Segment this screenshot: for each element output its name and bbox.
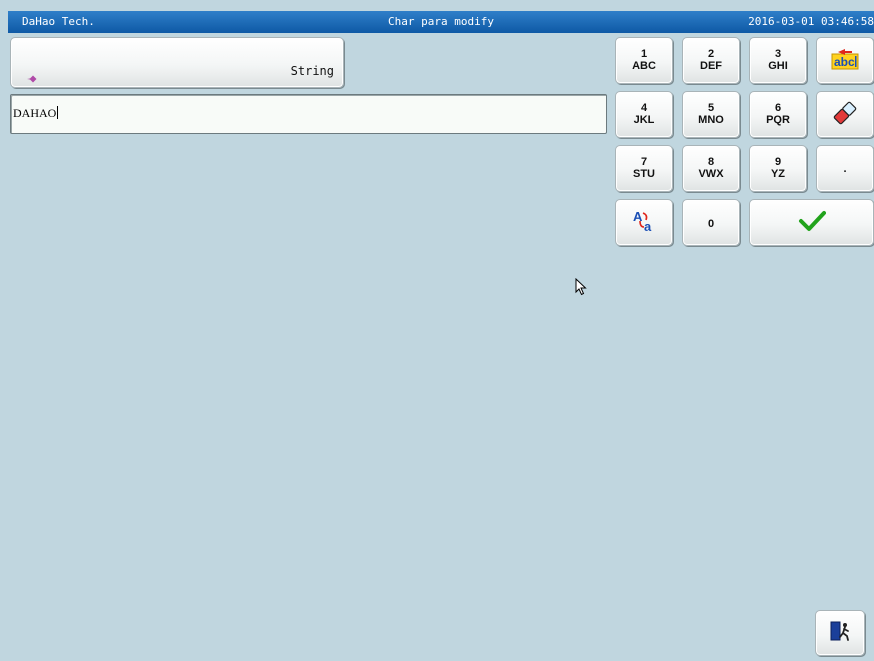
key-7-number: 7: [640, 156, 648, 168]
key-9[interactable]: 9 YZ: [749, 145, 807, 192]
string-input-value: DAHAO: [13, 106, 59, 120]
svg-text:abc: abc: [834, 55, 855, 69]
key-1-number: 1: [640, 48, 648, 60]
key-8[interactable]: 8 VWX: [682, 145, 740, 192]
window-title: Char para modify: [388, 15, 494, 28]
eraser-icon: [831, 101, 859, 129]
key-5-letters: MNO: [698, 114, 724, 126]
abc-backspace-icon: abc: [830, 47, 860, 75]
key-3-letters: GHI: [768, 60, 788, 72]
key-0[interactable]: 0: [682, 199, 740, 246]
key-4[interactable]: 4 JKL: [615, 91, 673, 138]
key-2-number: 2: [707, 48, 715, 60]
svg-text:A: A: [633, 209, 643, 224]
key-1[interactable]: 1 ABC: [615, 37, 673, 84]
key-2[interactable]: 2 DEF: [682, 37, 740, 84]
param-type-label: String: [290, 64, 334, 78]
title-bar: DaHao Tech. Char para modify 2016-03-01 …: [8, 11, 874, 33]
key-dot[interactable]: .: [816, 145, 874, 192]
svg-text:a: a: [644, 219, 652, 233]
key-9-number: 9: [774, 156, 782, 168]
key-5-number: 5: [707, 102, 715, 114]
key-1-letters: ABC: [632, 60, 656, 72]
key-4-number: 4: [640, 102, 648, 114]
checkmark-icon: [798, 210, 826, 236]
key-7[interactable]: 7 STU: [615, 145, 673, 192]
exit-door-icon: [828, 619, 852, 647]
key-8-number: 8: [707, 156, 715, 168]
confirm-button[interactable]: [749, 199, 874, 246]
backspace-button[interactable]: abc: [816, 37, 874, 84]
key-6-letters: PQR: [766, 114, 790, 126]
key-2-letters: DEF: [700, 60, 722, 72]
string-input[interactable]: DAHAO: [10, 94, 607, 134]
clear-button[interactable]: [816, 91, 874, 138]
datetime-display: 2016-03-01 03:46:58: [748, 15, 874, 28]
key-4-letters: JKL: [633, 114, 655, 126]
key-dot-label: .: [843, 163, 847, 175]
case-toggle-icon: A a: [631, 209, 657, 237]
key-8-letters: VWX: [698, 168, 724, 180]
key-3-number: 3: [774, 48, 782, 60]
key-3[interactable]: 3 GHI: [749, 37, 807, 84]
key-9-letters: YZ: [770, 168, 786, 180]
key-7-letters: STU: [633, 168, 655, 180]
key-6-number: 6: [774, 102, 782, 114]
exit-button[interactable]: [815, 610, 865, 656]
diamond-icon: [27, 68, 37, 87]
company-name: DaHao Tech.: [22, 15, 95, 28]
case-toggle-button[interactable]: A a: [615, 199, 673, 246]
param-type-button[interactable]: String: [10, 37, 344, 88]
key-6[interactable]: 6 PQR: [749, 91, 807, 138]
key-0-number: 0: [707, 218, 715, 230]
key-5[interactable]: 5 MNO: [682, 91, 740, 138]
mouse-pointer-icon: [575, 277, 587, 300]
